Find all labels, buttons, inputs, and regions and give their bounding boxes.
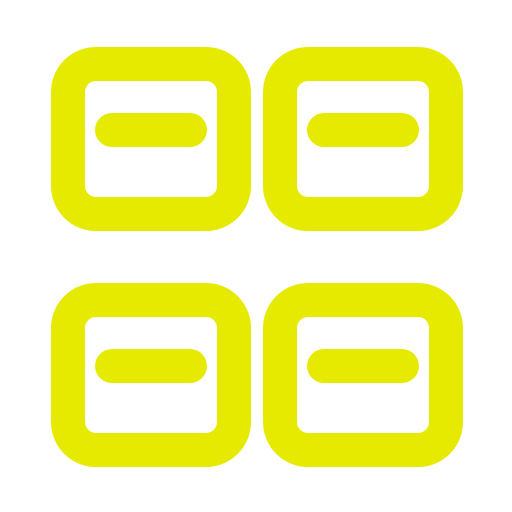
tile-bottom-right-minus-icon bbox=[263, 283, 463, 467]
tile-top-left-minus-icon bbox=[51, 47, 251, 231]
grid-minus-icon bbox=[51, 47, 463, 467]
tiles-group bbox=[51, 47, 463, 467]
tile-bottom-left-minus-icon bbox=[51, 283, 251, 467]
tile-top-right-minus-icon bbox=[263, 47, 463, 231]
icon-canvas bbox=[0, 0, 512, 512]
